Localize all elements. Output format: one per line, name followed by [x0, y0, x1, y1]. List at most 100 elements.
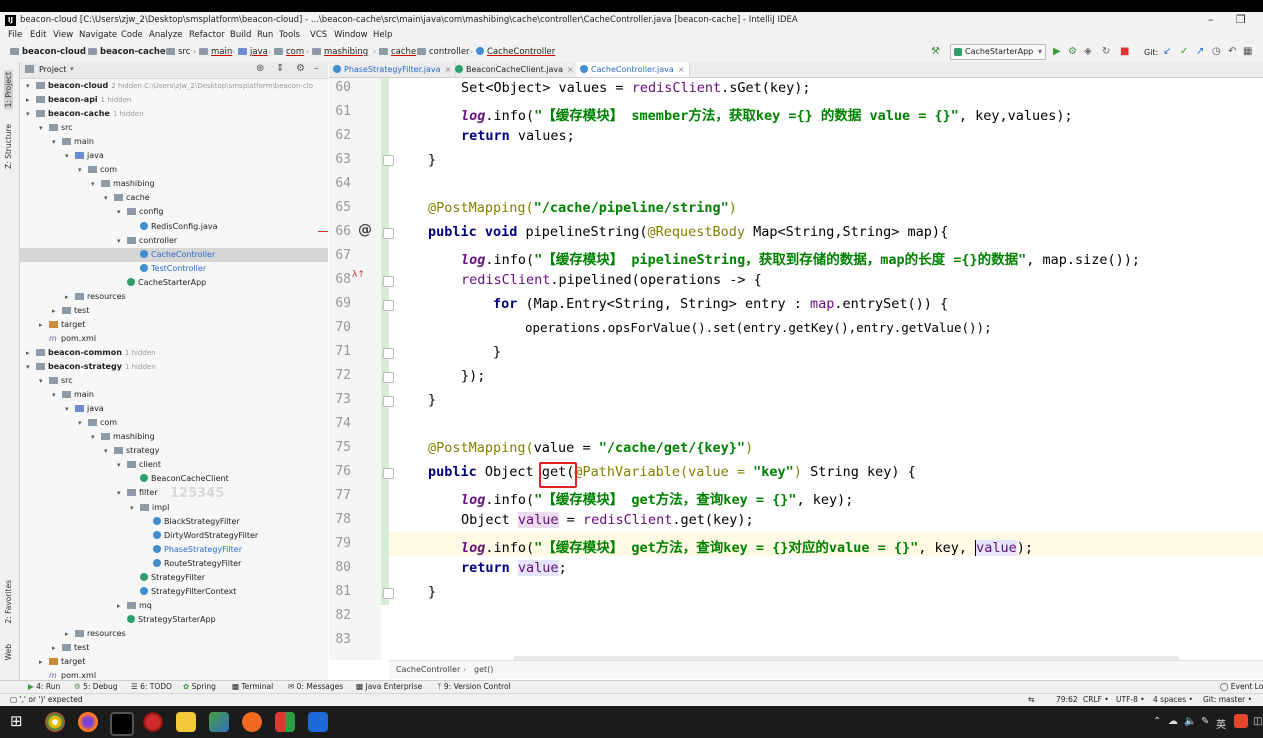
menu-analyze[interactable]: Analyze	[149, 30, 183, 40]
tree-item[interactable]: ▾ filter	[117, 486, 158, 500]
menu-view[interactable]: View	[53, 30, 73, 40]
git-status-icon[interactable]: ⇆	[1028, 695, 1034, 704]
menu-edit[interactable]: Edit	[30, 30, 46, 40]
chevron-down-icon[interactable]: ▾	[78, 163, 88, 177]
tree-item[interactable]: ▾ impl	[130, 501, 169, 515]
chevron-down-icon[interactable]: ▾	[65, 402, 75, 416]
profile-icon[interactable]: ↻	[1102, 46, 1110, 58]
tree-item[interactable]: ▸ target	[39, 318, 85, 332]
tree-item[interactable]: ▾ mashibing	[91, 430, 155, 444]
fold-icon[interactable]	[383, 228, 394, 239]
chevron-down-icon[interactable]: ▾	[91, 430, 101, 444]
debug-icon[interactable]: ⚙	[1068, 46, 1077, 58]
run-icon[interactable]: ▶	[1053, 46, 1061, 58]
indent-setting[interactable]: 4 spaces •	[1153, 695, 1193, 704]
chevron-down-icon[interactable]: ▾	[39, 374, 49, 388]
windows-start-icon[interactable]: ⊞	[10, 712, 23, 730]
app-yellow-icon[interactable]	[176, 712, 196, 732]
editor-breadcrumb-method[interactable]: get()	[474, 665, 493, 674]
tree-item[interactable]: RedisConfig.java	[130, 220, 218, 234]
sogou-ime-icon[interactable]	[1234, 714, 1248, 728]
chevron-down-icon[interactable]: ▾	[65, 149, 75, 163]
history-icon[interactable]: ◷	[1212, 46, 1221, 58]
tree-item[interactable]: ▾ main	[52, 388, 94, 402]
tree-item[interactable]: ▾ main	[52, 135, 94, 149]
git-branch[interactable]: Git: master •	[1203, 695, 1252, 704]
ime-language[interactable]: 英	[1216, 716, 1226, 731]
breadcrumb-controller[interactable]: controller	[417, 47, 470, 57]
tree-item[interactable]: ▾ config	[117, 205, 163, 219]
chevron-down-icon[interactable]: ▾	[104, 191, 114, 205]
tab-beacon-cache-client[interactable]: BeaconCacheClient.java ×	[451, 62, 579, 77]
line-separator[interactable]: CRLF •	[1083, 695, 1109, 704]
minimize-icon[interactable]: –	[1208, 13, 1214, 26]
side-tab-favorites[interactable]: 2: Favorites	[4, 580, 13, 624]
tool-debug[interactable]: ⚙ 5: Debug	[74, 682, 117, 691]
tree-item[interactable]: ▾ beacon-strategy 1 hidden	[26, 360, 156, 374]
tool-version-control[interactable]: ᛉ 9: Version Control	[437, 682, 511, 691]
menu-navigate[interactable]: Navigate	[79, 30, 117, 40]
tray-arrow-icon[interactable]: ⌃	[1153, 716, 1161, 727]
chevron-down-icon[interactable]: ▾	[26, 79, 36, 93]
tree-item[interactable]: ▾ client	[117, 458, 161, 472]
git-update-icon[interactable]: ↙	[1163, 46, 1171, 58]
run-configuration-dropdown[interactable]: CacheStarterApp ▾	[950, 44, 1046, 60]
chevron-down-icon[interactable]: ▾	[26, 360, 36, 374]
rollback-icon[interactable]: ↶	[1228, 46, 1236, 58]
breadcrumb-mashibing[interactable]: mashibing	[312, 47, 368, 57]
menu-refactor[interactable]: Refactor	[189, 30, 225, 40]
close-icon[interactable]: ×	[567, 65, 574, 74]
tree-item[interactable]: RouteStrategyFilter	[143, 557, 241, 571]
tree-item[interactable]: TestController	[130, 262, 206, 276]
tool-todo[interactable]: ☰ 6: TODO	[131, 682, 172, 691]
breadcrumb-src[interactable]: src	[166, 47, 190, 57]
tree-item[interactable]: m pom.xml	[39, 332, 96, 346]
app-blue-icon[interactable]	[308, 712, 328, 732]
chevron-down-icon[interactable]: ▾	[39, 121, 49, 135]
collapse-all-icon[interactable]: ⇕	[276, 63, 284, 74]
app-red-icon[interactable]	[143, 712, 163, 732]
tree-item[interactable]: StrategyFilter	[130, 571, 205, 585]
chevron-right-icon[interactable]: ▸	[52, 304, 62, 318]
notification-icon[interactable]: ◫	[1253, 716, 1262, 727]
chevron-down-icon[interactable]: ▾	[117, 458, 127, 472]
side-tab-web[interactable]: Web	[4, 644, 13, 660]
chevron-right-icon[interactable]: ▸	[117, 599, 127, 613]
menu-build[interactable]: Build	[230, 30, 251, 40]
fold-icon[interactable]	[383, 396, 394, 407]
tab-cache-controller[interactable]: CacheController.java ×	[576, 62, 690, 77]
network-icon[interactable]: ☁	[1168, 716, 1178, 727]
volume-icon[interactable]: 🔈	[1184, 716, 1196, 727]
fold-icon[interactable]	[383, 372, 394, 383]
tool-run[interactable]: ▶ 4: Run	[28, 682, 60, 691]
tree-item[interactable]: ▾ strategy	[104, 444, 159, 458]
breadcrumb-cachecontroller[interactable]: CacheController	[476, 47, 555, 57]
chevron-right-icon[interactable]: ▸	[65, 290, 75, 304]
editor-breadcrumb-class[interactable]: CacheController	[396, 665, 460, 674]
locate-target-icon[interactable]: ⊕	[256, 63, 264, 74]
breadcrumb-main[interactable]: main	[199, 47, 232, 57]
chevron-down-icon[interactable]: ▾	[26, 107, 36, 121]
horizontal-scrollbar[interactable]	[514, 656, 1179, 660]
tree-item[interactable]: ▾ beacon-cloud 2 hidden C:\Users\zjw_2\Des…	[26, 79, 313, 93]
chevron-down-icon[interactable]: ▾	[117, 205, 127, 219]
menu-run[interactable]: Run	[257, 30, 273, 40]
git-push-icon[interactable]: ↗	[1196, 46, 1204, 58]
tool-terminal[interactable]: ▩ Terminal	[232, 682, 273, 691]
tree-item[interactable]: PhaseStrategyFilter	[143, 543, 242, 557]
tree-item[interactable]: StrategyStarterApp	[117, 613, 216, 627]
chevron-down-icon[interactable]: ▾	[91, 177, 101, 191]
chevron-right-icon[interactable]: ▸	[39, 318, 49, 332]
lambda-gutter-icon[interactable]: λ↑	[352, 270, 365, 280]
firefox-icon[interactable]	[78, 712, 98, 732]
chevron-down-icon[interactable]: ▾	[78, 416, 88, 430]
close-icon[interactable]: ×	[678, 65, 685, 74]
fold-icon[interactable]	[383, 155, 394, 166]
fold-icon[interactable]	[383, 588, 394, 599]
project-structure-icon[interactable]: ▦	[1243, 46, 1252, 58]
fold-icon[interactable]	[383, 348, 394, 359]
tree-item[interactable]: ▾ beacon-cache 1 hidden	[26, 107, 144, 121]
tree-item[interactable]: ▾ src	[39, 121, 73, 135]
menu-vcs[interactable]: VCS	[310, 30, 327, 40]
tree-item[interactable]: BlackStrategyFilter	[143, 515, 240, 529]
